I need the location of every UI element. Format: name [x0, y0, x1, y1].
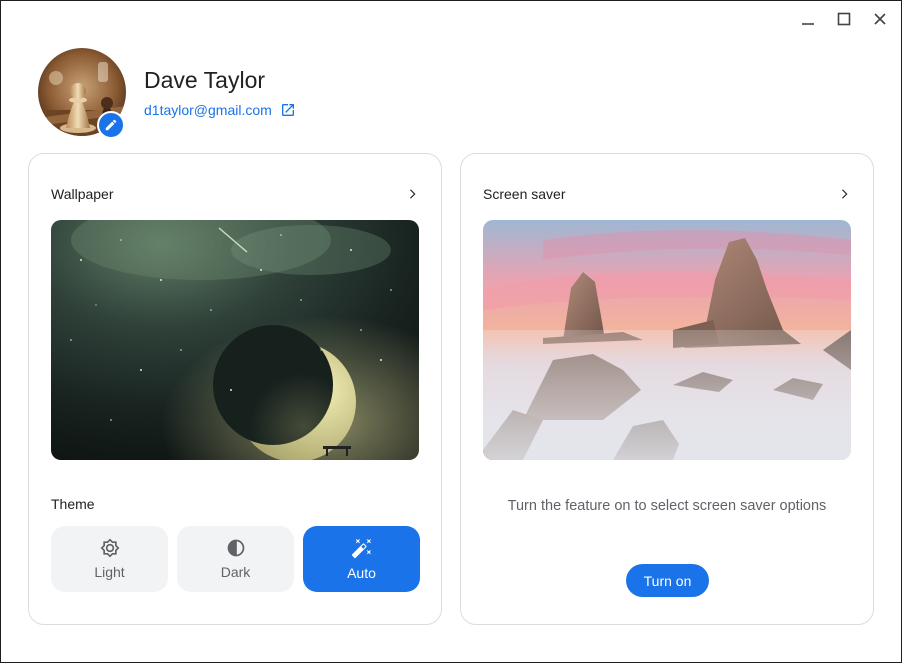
theme-auto-button[interactable]: Auto — [303, 526, 420, 592]
theme-light-label: Light — [94, 564, 125, 580]
theme-auto-label: Auto — [347, 565, 376, 581]
pencil-icon — [105, 119, 117, 131]
theme-dark-label: Dark — [220, 564, 251, 580]
open-in-new-icon — [281, 104, 294, 116]
theme-label: Theme — [51, 496, 95, 512]
profile-name: Dave Taylor — [144, 67, 266, 93]
personalization-window: Dave Taylor d1taylor@gmail.com Wallpaper — [0, 0, 902, 663]
screensaver-preview[interactable] — [483, 220, 851, 460]
edit-avatar-button[interactable] — [97, 111, 125, 139]
chevron-right-icon — [410, 189, 416, 199]
wallpaper-header[interactable]: Wallpaper — [51, 182, 419, 206]
maximize-button[interactable] — [833, 9, 855, 29]
screensaver-card: Screen saver Turn the feature on to sele… — [460, 153, 874, 625]
wallpaper-card: Wallpaper Theme Light Dark Auto — [28, 153, 442, 625]
wallpaper-preview[interactable] — [51, 220, 419, 460]
minimize-button[interactable] — [797, 9, 819, 29]
chevron-right-icon — [842, 189, 848, 199]
screensaver-message: Turn the feature on to select screen sav… — [507, 498, 827, 514]
window-controls — [797, 9, 891, 29]
theme-light-button[interactable]: Light — [51, 526, 168, 592]
wallpaper-title: Wallpaper — [51, 186, 114, 202]
theme-options: Light Dark Auto — [51, 526, 420, 592]
profile-email: d1taylor@gmail.com — [144, 102, 272, 118]
brightness-icon — [100, 538, 119, 558]
close-button[interactable] — [869, 9, 891, 29]
close-icon — [874, 13, 886, 25]
contrast-icon — [227, 539, 244, 557]
minimize-icon — [802, 23, 814, 25]
profile-email-link[interactable]: d1taylor@gmail.com — [144, 102, 296, 118]
auto-fix-magic-wand-icon — [351, 538, 371, 559]
maximize-icon — [837, 12, 851, 26]
screensaver-title: Screen saver — [483, 186, 566, 202]
turn-on-button[interactable]: Turn on — [626, 564, 709, 597]
theme-dark-button[interactable]: Dark — [177, 526, 294, 592]
screensaver-header[interactable]: Screen saver — [483, 182, 851, 206]
